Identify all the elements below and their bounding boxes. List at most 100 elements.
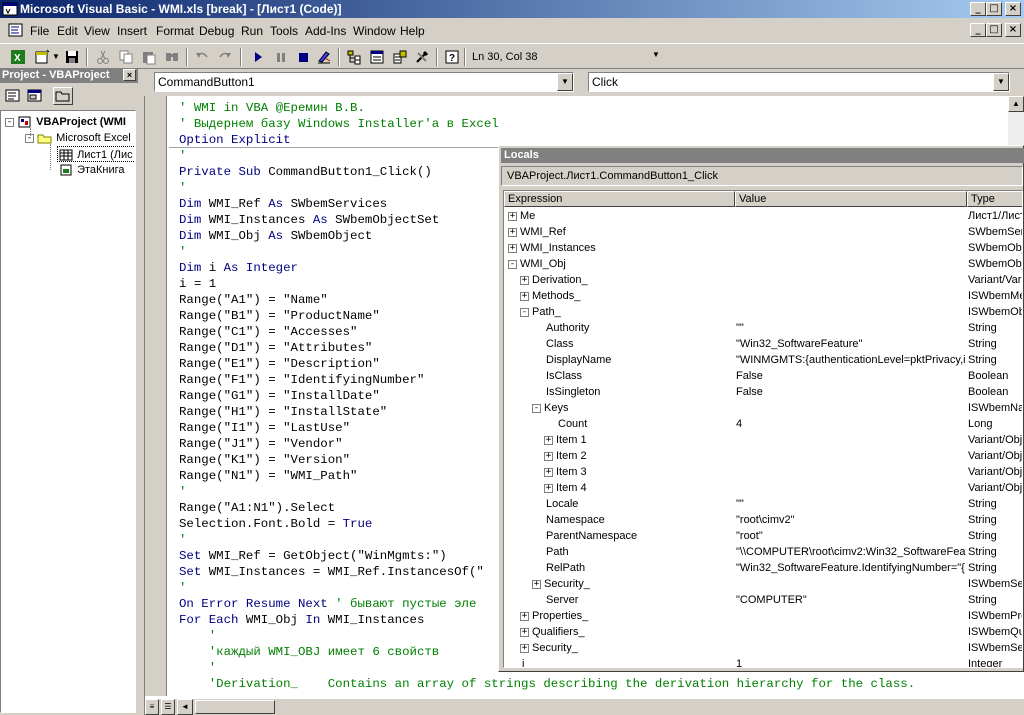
expand-icon[interactable]: +: [520, 275, 529, 285]
locals-row[interactable]: +Properties_ ISWbemPropertySet: [504, 608, 1022, 624]
tree-item-sheet1[interactable]: Лист1 (Лис: [57, 146, 135, 162]
margin-indicator-bar[interactable]: [145, 96, 167, 696]
chevron-down-icon[interactable]: ▼: [557, 73, 573, 91]
locals-row[interactable]: +WMI_Ref SWbemServices: [504, 224, 1022, 240]
scroll-left-icon[interactable]: ◄: [177, 699, 193, 715]
code-line[interactable]: ' Выдернем базу Windows Installer'a в Ex…: [179, 116, 499, 132]
mdi-close-button[interactable]: ×: [1005, 23, 1021, 37]
locals-row[interactable]: +Security_ ISWbemSecurity: [504, 576, 1022, 592]
view-code-icon[interactable]: [3, 87, 23, 105]
locals-row[interactable]: Server "COMPUTER" String: [504, 592, 1022, 608]
menu-view[interactable]: View: [84, 24, 110, 38]
code-line[interactable]: Dim WMI_Ref As SWbemServices: [179, 196, 387, 212]
menu-format[interactable]: Format: [156, 24, 194, 38]
insert-module-icon[interactable]: [32, 47, 52, 67]
expand-icon[interactable]: +: [508, 211, 517, 221]
procedure-view-icon[interactable]: ≡: [145, 699, 159, 715]
menu-run[interactable]: Run: [241, 24, 263, 38]
toolbar-options-icon[interactable]: ▼: [652, 50, 660, 59]
locals-row[interactable]: -WMI_Obj SWbemObject: [504, 256, 1022, 272]
code-line[interactable]: ': [179, 148, 186, 164]
code-line[interactable]: ': [179, 484, 186, 500]
code-line[interactable]: 'каждый WMI_OBJ имеет 6 свойств: [179, 644, 440, 660]
collapse-icon[interactable]: -: [532, 403, 541, 413]
value-cell[interactable]: "Win32_SoftwareFeature": [736, 336, 966, 352]
locals-row[interactable]: Namespace "root\cimv2" String: [504, 512, 1022, 528]
value-cell[interactable]: "": [736, 496, 966, 512]
code-line[interactable]: On Error Resume Next ' бывают пустые эле: [179, 596, 476, 612]
expand-icon[interactable]: +: [544, 435, 553, 445]
code-line[interactable]: For Each WMI_Obj In WMI_Instances: [179, 612, 424, 628]
locals-row[interactable]: Locale "" String: [504, 496, 1022, 512]
project-pane-close-button[interactable]: ×: [123, 69, 136, 81]
expand-icon[interactable]: +: [508, 243, 517, 253]
paste-icon[interactable]: [139, 47, 159, 67]
toolbox-icon[interactable]: [412, 47, 432, 67]
code-line[interactable]: ': [179, 580, 186, 596]
value-cell[interactable]: 1: [736, 656, 966, 667]
code-line[interactable]: Range("H1") = "InstallState": [179, 404, 387, 420]
code-line[interactable]: Dim WMI_Instances As SWbemObjectSet: [179, 212, 439, 228]
locals-row[interactable]: +Derivation_ Variant/Variant: [504, 272, 1022, 288]
code-line[interactable]: ' WMI in VBA @Еремин В.В.: [179, 100, 365, 116]
locals-row[interactable]: IsSingleton False Boolean: [504, 384, 1022, 400]
code-line[interactable]: ': [179, 628, 216, 644]
column-header-type[interactable]: Type: [967, 191, 1022, 207]
locals-row[interactable]: RelPath "Win32_SoftwareFeature.Identifyin…: [504, 560, 1022, 576]
expand-icon[interactable]: +: [544, 483, 553, 493]
cut-icon[interactable]: [93, 47, 113, 67]
code-line[interactable]: Range("A1") = "Name": [179, 292, 328, 308]
value-cell[interactable]: "root\cimv2": [736, 512, 966, 528]
copy-icon[interactable]: [116, 47, 136, 67]
code-line[interactable]: Private Sub CommandButton1_Click(): [179, 164, 432, 180]
code-line[interactable]: Option Explicit: [179, 132, 291, 148]
menu-tools[interactable]: Tools: [270, 24, 298, 38]
menu-edit[interactable]: Edit: [57, 24, 78, 38]
design-mode-icon[interactable]: [314, 47, 334, 67]
code-line[interactable]: Range("I1") = "LastUse": [179, 420, 350, 436]
locals-row[interactable]: -Keys ISWbemNamedValueSet: [504, 400, 1022, 416]
chevron-down-icon[interactable]: ▼: [993, 73, 1009, 91]
code-line[interactable]: ': [179, 532, 186, 548]
value-cell[interactable]: "COMPUTER": [736, 592, 966, 608]
locals-row[interactable]: i 1 Integer: [504, 656, 1022, 667]
find-icon[interactable]: [162, 47, 182, 67]
procedure-combo[interactable]: Click ▼: [588, 72, 1010, 92]
expand-icon[interactable]: +: [544, 467, 553, 477]
code-line[interactable]: Range("A1:N1").Select: [179, 500, 335, 516]
expand-icon[interactable]: +: [508, 227, 517, 237]
redo-icon[interactable]: [215, 47, 235, 67]
locals-row[interactable]: ParentNamespace "root" String: [504, 528, 1022, 544]
value-cell[interactable]: "WINMGMTS:{authenticationLevel=pktPrivac…: [736, 352, 966, 368]
code-line[interactable]: Dim i As Integer: [179, 260, 298, 276]
value-cell[interactable]: "": [736, 320, 966, 336]
code-line[interactable]: Range("J1") = "Vendor": [179, 436, 343, 452]
code-line[interactable]: Set WMI_Ref = GetObject("WinMgmts:"): [179, 548, 447, 564]
code-line[interactable]: ': [179, 660, 216, 676]
value-cell[interactable]: "root": [736, 528, 966, 544]
locals-row[interactable]: +Item 4 Variant/Object: [504, 480, 1022, 496]
code-window-icon[interactable]: [8, 23, 24, 38]
collapse-toggle[interactable]: -: [5, 117, 14, 127]
column-header-expression[interactable]: Expression: [504, 191, 735, 207]
menu-window[interactable]: Window: [353, 24, 396, 38]
code-line[interactable]: ': [179, 180, 186, 196]
menu-insert[interactable]: Insert: [117, 24, 147, 38]
code-line[interactable]: Range("N1") = "WMI_Path": [179, 468, 357, 484]
column-header-value[interactable]: Value: [735, 191, 967, 207]
locals-row[interactable]: DisplayName "WINMGMTS:{authenticationLeve…: [504, 352, 1022, 368]
locals-row[interactable]: +WMI_Instances SWbemObjectSet: [504, 240, 1022, 256]
excel-icon[interactable]: X: [8, 47, 28, 67]
maximize-button[interactable]: □: [986, 2, 1002, 16]
code-line[interactable]: i = 1: [179, 276, 216, 292]
menu-add-ins[interactable]: Add-Ins: [305, 24, 346, 38]
locals-row[interactable]: +Item 1 Variant/Object: [504, 432, 1022, 448]
expand-icon[interactable]: +: [520, 611, 529, 621]
expand-icon[interactable]: +: [544, 451, 553, 461]
locals-row[interactable]: +Methods_ ISWbemMethodSet: [504, 288, 1022, 304]
value-cell[interactable]: False: [736, 384, 966, 400]
collapse-icon[interactable]: -: [508, 259, 517, 269]
undo-icon[interactable]: [192, 47, 212, 67]
expand-icon[interactable]: +: [520, 627, 529, 637]
reset-icon[interactable]: [293, 47, 313, 67]
